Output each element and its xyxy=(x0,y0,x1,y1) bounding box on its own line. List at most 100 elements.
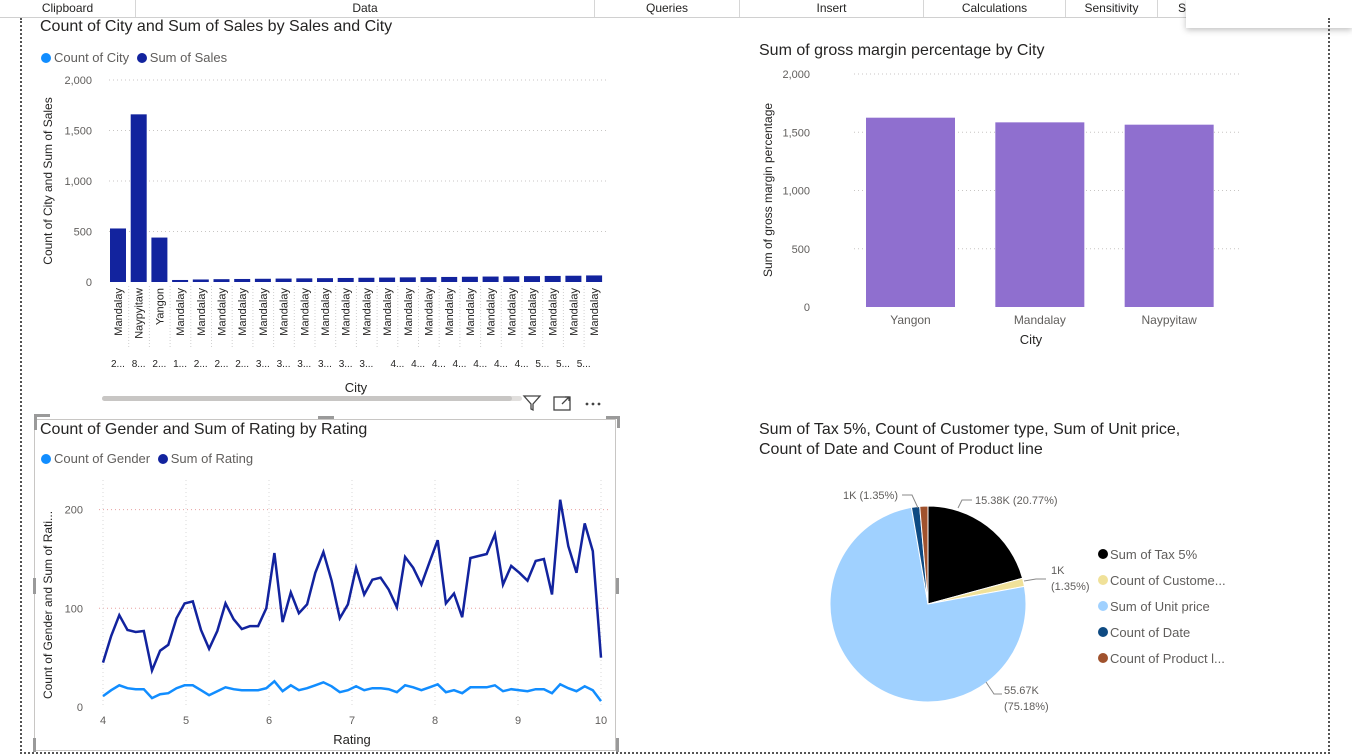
pie-chart-svg: 15.38K (20.77%) 1K (1.35%) 1K (1.35%) 55.67K… xyxy=(829,490,1226,713)
rating-chart-svg: 0 100 200 4 5 6 7 8 9 10 Rating Count of Gender and… xyxy=(41,480,609,747)
bar-sales xyxy=(130,114,147,282)
bar-sales xyxy=(172,279,189,282)
visual-header-icons xyxy=(522,394,603,417)
focus-mode-icon[interactable] xyxy=(552,396,576,416)
resize-handle[interactable] xyxy=(616,578,619,594)
x-sub-label: 2... xyxy=(215,359,229,370)
more-options-icon[interactable] xyxy=(583,399,603,416)
y-tick-label: 1,500 xyxy=(64,126,92,138)
y-tick-label: 2,000 xyxy=(782,69,810,81)
x-tick-label: Mandalay xyxy=(382,288,394,336)
x-tick-label: Mandalay xyxy=(465,288,477,336)
legend-dot-icon xyxy=(157,454,168,464)
resize-handle[interactable] xyxy=(318,416,334,419)
bar-sales xyxy=(151,237,168,282)
bar-sales xyxy=(213,279,230,282)
bar-sales xyxy=(192,279,209,282)
x-tick-label: Mandalay xyxy=(527,288,539,336)
legend-item-count-of-gender[interactable]: Count of Gender xyxy=(41,451,150,466)
y-tick-label: 0 xyxy=(77,702,83,714)
x-tick-label: Mandalay xyxy=(320,288,332,336)
x-tick-label: 9 xyxy=(515,715,521,727)
legend-label: Count of Gender xyxy=(54,451,151,466)
legend-label: Sum of Rating xyxy=(170,451,254,466)
legend-label: Sum of Tax 5% xyxy=(1110,547,1198,562)
pie-chart-title: Sum of Tax 5%, Count of Customer type, S… xyxy=(759,420,1180,460)
resize-handle[interactable] xyxy=(34,414,37,430)
bar-sales xyxy=(565,275,582,282)
x-sub-label: 3... xyxy=(339,359,353,370)
data-label: 15.38K (20.77%) xyxy=(975,495,1058,507)
x-tick-label: Mandalay xyxy=(237,288,249,336)
ribbon-tab-clipboard[interactable]: Clipboard xyxy=(0,0,136,17)
y-tick-label: 100 xyxy=(65,603,83,615)
legend-dot-icon xyxy=(41,454,51,464)
margin-chart-svg: 0 500 1,000 1,500 2,000 Yangon Mandalay Naypyit… xyxy=(761,69,1242,347)
x-tick-label: 4 xyxy=(100,715,106,727)
x-tick-label: Yangon xyxy=(890,313,930,327)
legend-label: Sum of Sales xyxy=(149,50,228,65)
x-tick-label: Mandalay xyxy=(175,288,187,336)
x-tick-label: Mandalay xyxy=(506,288,518,336)
ribbon-tab-insert[interactable]: Insert xyxy=(740,0,924,17)
legend-item-count-of-city[interactable]: Count of City xyxy=(41,50,129,65)
legend-label: Count of Custome... xyxy=(1110,573,1226,588)
data-label: 1K (1.35%) xyxy=(843,490,898,502)
legend-label: Count of City xyxy=(54,50,130,65)
resize-handle[interactable] xyxy=(616,738,619,752)
x-tick-label: Mandalay xyxy=(361,288,373,336)
legend-label: Count of Date xyxy=(1110,625,1190,640)
y-tick-label: 1,500 xyxy=(782,127,810,139)
x-tick-label: Mandalay xyxy=(217,288,229,336)
bar-sales xyxy=(379,277,396,282)
y-tick-label: 1,000 xyxy=(782,186,810,198)
bar-sales xyxy=(234,278,251,282)
x-tick-label: Mandalay xyxy=(424,288,436,336)
bar-gross-margin xyxy=(1124,124,1214,307)
y-tick-label: 0 xyxy=(86,277,92,289)
legend-dot-icon xyxy=(136,53,147,63)
bar-sales xyxy=(482,276,499,282)
bar-sales xyxy=(296,278,313,282)
x-tick-label: Mandalay xyxy=(403,288,415,336)
sales-chart-title: Count of City and Sum of Sales by Sales … xyxy=(40,18,393,35)
legend-dot-icon xyxy=(41,53,51,63)
x-sub-label: 3... xyxy=(359,359,373,370)
ribbon-tab-sensitivity[interactable]: Sensitivity xyxy=(1066,0,1158,17)
bar-sales xyxy=(337,277,354,282)
legend-item-sum-of-rating[interactable]: Sum of Rating xyxy=(157,451,254,466)
x-tick-label: Mandalay xyxy=(279,288,291,336)
x-tick-label: Mandalay xyxy=(486,288,498,336)
x-tick-label: 8 xyxy=(432,715,438,727)
ribbon-tab-data[interactable]: Data xyxy=(136,0,595,17)
x-sub-label: 4... xyxy=(390,359,404,370)
x-sub-label: 3... xyxy=(297,359,311,370)
pie-title-line-1: Sum of Tax 5%, Count of Customer type, S… xyxy=(759,421,1181,438)
bar-sales xyxy=(461,276,478,282)
bar-sales xyxy=(358,277,375,282)
x-tick-label: Mandalay xyxy=(113,288,125,336)
bar-sales xyxy=(399,277,416,282)
legend-dot-icon xyxy=(1098,627,1108,637)
data-label: (1.35%) xyxy=(1051,581,1090,593)
x-tick-label: Mandalay xyxy=(341,288,353,336)
x-sub-label: 3... xyxy=(256,359,270,370)
bar-sales xyxy=(441,276,458,282)
scrollbar-thumb xyxy=(102,396,512,401)
data-label: (75.18%) xyxy=(1004,701,1049,713)
legend-label: Sum of Unit price xyxy=(1110,599,1210,614)
bar-sales xyxy=(317,278,333,282)
bar-sales xyxy=(586,275,603,282)
bar-sales xyxy=(420,277,437,282)
ribbon-tab-calculations[interactable]: Calculations xyxy=(924,0,1066,17)
ribbon-tab-queries[interactable]: Queries xyxy=(595,0,740,17)
legend-item-sum-of-sales[interactable]: Sum of Sales xyxy=(136,50,228,65)
resize-handle[interactable] xyxy=(617,416,620,428)
bar-sales xyxy=(503,276,520,282)
legend-dot-icon xyxy=(1098,601,1108,611)
ribbon: Clipboard Data Queries Insert Calculatio… xyxy=(0,0,1352,18)
margin-chart-title: Sum of gross margin percentage by City xyxy=(759,42,1045,59)
sales-chart-svg: 0 500 1,000 1,500 2,000 Mandalay Naypyitaw Yang… xyxy=(41,75,609,401)
leader-line xyxy=(1023,578,1046,582)
filter-icon[interactable] xyxy=(522,395,546,416)
